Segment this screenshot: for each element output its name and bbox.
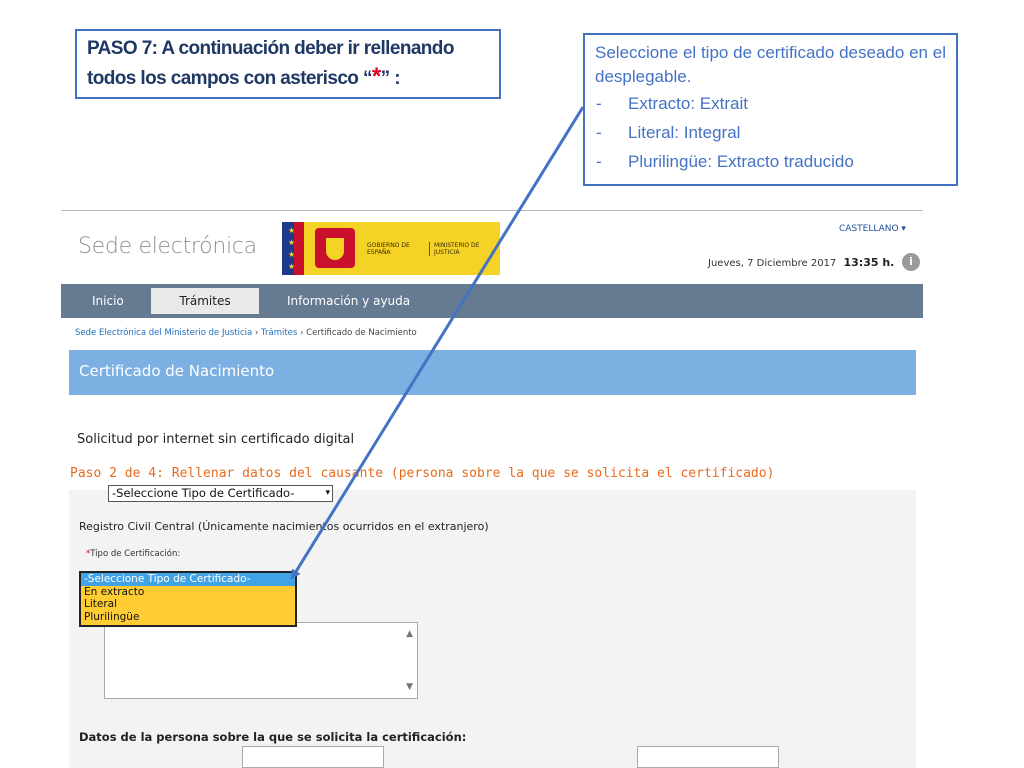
step-annotation-title: PASO 7: A continuación deber ir rellenan… <box>87 38 454 90</box>
scroll-up-icon[interactable]: ▲ <box>406 629 413 639</box>
certificate-type-dropdown[interactable]: -Seleccione Tipo de Certificado- En extr… <box>79 571 297 627</box>
observaciones-textarea[interactable]: ▲ ▼ <box>104 622 418 699</box>
info-item: Literal: Integral <box>595 118 946 147</box>
info-item: Extracto: Extrait <box>595 89 946 118</box>
info-icon[interactable]: i <box>902 253 920 271</box>
eu-flag-icon: ★ ★ ★ ★ <box>282 222 304 275</box>
chevron-down-icon: ▾ <box>325 488 330 498</box>
site-brand-title[interactable]: Sede electrónica <box>78 234 257 259</box>
info-annotation-box: Seleccione el tipo de certificado desead… <box>583 33 958 186</box>
step-progress-text: Paso 2 de 4: Rellenar datos del causante… <box>70 466 775 481</box>
info-intro: Seleccione el tipo de certificado desead… <box>595 43 946 86</box>
language-selector[interactable]: CASTELLANO ▾ <box>839 224 906 234</box>
header-time: 13:35 h. <box>843 256 895 269</box>
breadcrumb-link-sede[interactable]: Sede Electrónica del Ministerio de Justi… <box>75 328 252 338</box>
datos-persona-heading: Datos de la persona sobre la que se soli… <box>79 730 467 744</box>
person-field-1[interactable] <box>242 746 384 768</box>
coat-of-arms-icon <box>315 228 355 268</box>
gobierno-logo[interactable]: ★ ★ ★ ★ GOBIERNO DE ESPAÑA MINISTERIO DE JU… <box>282 222 500 275</box>
dropdown-option-selected[interactable]: -Seleccione Tipo de Certificado- <box>81 573 295 586</box>
nav-item-informacion[interactable]: Información y ayuda <box>287 284 410 318</box>
page-top-divider <box>61 210 923 211</box>
nav-item-inicio[interactable]: Inicio <box>92 284 124 318</box>
registro-label: Registro Civil Central (Únicamente nacim… <box>79 520 489 533</box>
dropdown-option[interactable]: En extracto <box>81 586 295 599</box>
person-field-2[interactable] <box>637 746 779 768</box>
page-title: Certificado de Nacimiento <box>79 362 275 380</box>
page-subtitle: Solicitud por internet sin certificado d… <box>77 432 355 447</box>
breadcrumb-link-tramites[interactable]: Trámites <box>261 328 297 338</box>
page-title-banner: Certificado de Nacimiento <box>69 350 916 395</box>
header-date: Jueves, 7 Diciembre 2017 13:35 h. <box>708 256 895 269</box>
breadcrumb-current: Certificado de Nacimiento <box>306 328 417 338</box>
nav-item-tramites[interactable]: Trámites <box>151 288 259 314</box>
step-annotation-box: PASO 7: A continuación deber ir rellenan… <box>75 29 501 99</box>
asterisk-symbol: * <box>371 63 381 90</box>
scroll-down-icon[interactable]: ▼ <box>406 682 413 692</box>
info-item: Plurilingüe: Extracto traducido <box>595 147 946 176</box>
dropdown-option[interactable]: Literal <box>81 598 295 611</box>
certificate-type-select-top[interactable]: -Seleccione Tipo de Certificado- ▾ <box>108 485 333 502</box>
breadcrumb: Sede Electrónica del Ministerio de Justi… <box>75 328 417 338</box>
info-list: Extracto: Extrait Literal: Integral Plur… <box>595 89 946 176</box>
tipo-certificacion-label: *Tipo de Certificación: <box>86 549 181 559</box>
dropdown-option[interactable]: Plurilingüe <box>81 611 295 624</box>
logo-ministerio-text: MINISTERIO DE JUSTICIA <box>429 242 494 256</box>
main-navbar: Inicio Trámites Información y ayuda <box>61 284 923 318</box>
logo-gobierno-text: GOBIERNO DE ESPAÑA <box>367 242 410 256</box>
